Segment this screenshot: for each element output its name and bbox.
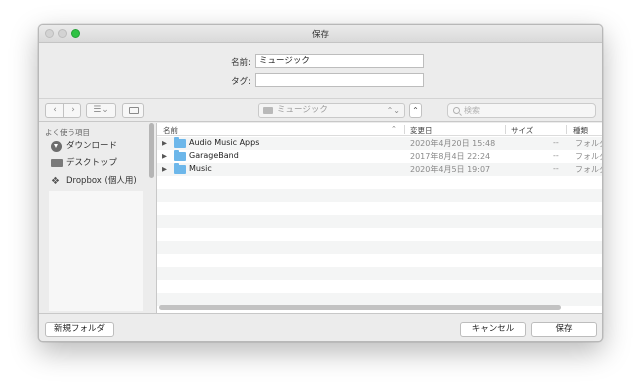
back-forward-control: ‹ ›	[45, 103, 81, 118]
location-label: ミュージック	[277, 105, 328, 115]
search-placeholder: 検索	[464, 106, 480, 115]
file-list: 名前 ⌃ 変更日 サイズ 種類 ▶ Audio Music Apps 2020年…	[157, 123, 602, 313]
empty-row	[157, 215, 602, 228]
empty-row	[157, 176, 602, 189]
desktop-icon	[51, 159, 63, 167]
empty-row	[157, 202, 602, 215]
column-divider	[404, 125, 405, 134]
dropbox-icon: ❖	[51, 176, 60, 187]
chevron-up-icon: ⌃	[412, 106, 419, 115]
file-modified: 2020年4月5日 19:07	[410, 165, 491, 174]
file-kind: フォルダ	[575, 152, 602, 161]
file-size: --	[553, 164, 559, 173]
folder-icon	[174, 150, 186, 161]
sidebar: よく使う項目 ダウンロード デスクトップ ❖ Dropbox (個人用)	[39, 123, 156, 313]
sort-ascending-icon: ⌃	[391, 125, 397, 133]
back-button[interactable]: ‹	[46, 104, 64, 117]
disclosure-triangle-icon[interactable]: ▶	[162, 152, 167, 160]
tags-label: タグ:	[231, 77, 251, 87]
search-icon	[453, 107, 460, 114]
sidebar-item-label: デスクトップ	[66, 158, 118, 168]
sidebar-heading: よく使う項目	[45, 128, 90, 137]
column-name[interactable]: 名前	[163, 125, 178, 136]
updown-arrows-icon: ⌃⌄	[386, 106, 400, 115]
sidebar-item-dropbox[interactable]: ❖ Dropbox (個人用)	[51, 174, 137, 188]
column-divider	[505, 125, 506, 134]
group-button[interactable]	[122, 103, 144, 118]
table-row[interactable]: ▶ Audio Music Apps 2020年4月20日 15:48 -- フ…	[157, 137, 602, 150]
horizontal-scrollbar[interactable]	[159, 305, 561, 310]
file-kind: フォルダ	[575, 165, 602, 174]
sidebar-item-label: Dropbox (個人用)	[66, 176, 137, 186]
toolbar: ‹ › ☰⌄ ミュージック ⌃⌄ ⌃ 検索	[39, 98, 602, 122]
folder-outline-icon	[129, 107, 139, 114]
sidebar-item-label: ダウンロード	[66, 141, 118, 151]
window-title: 保存	[311, 30, 329, 40]
sidebar-empty-area	[49, 191, 143, 311]
column-size[interactable]: サイズ	[511, 125, 533, 136]
expand-collapse-button[interactable]: ⌃	[409, 103, 422, 118]
file-kind: フォルダ	[575, 139, 602, 148]
empty-row	[157, 280, 602, 293]
folder-icon	[174, 137, 186, 148]
disclosure-triangle-icon[interactable]: ▶	[162, 139, 167, 147]
empty-row	[157, 254, 602, 267]
save-dialog-window: 保存 名前: ミュージック タグ: ‹ › ☰⌄ ミュージック ⌃⌄ ⌃ 検索	[38, 24, 603, 342]
file-name: Audio Music Apps	[189, 138, 260, 147]
location-popup[interactable]: ミュージック ⌃⌄	[258, 103, 405, 118]
download-icon	[51, 141, 62, 152]
folder-icon	[263, 107, 273, 114]
cancel-button[interactable]: キャンセル	[460, 322, 526, 337]
table-row[interactable]: ▶ Music 2020年4月5日 19:07 -- フォルダ	[157, 163, 602, 176]
search-input[interactable]: 検索	[447, 103, 596, 118]
empty-row	[157, 189, 602, 202]
file-size: --	[553, 151, 559, 160]
tags-field[interactable]	[255, 73, 424, 87]
file-name: GarageBand	[189, 151, 239, 160]
column-divider	[566, 125, 567, 134]
empty-row	[157, 241, 602, 254]
empty-row	[157, 228, 602, 241]
file-size: --	[553, 138, 559, 147]
empty-row	[157, 267, 602, 280]
column-modified[interactable]: 変更日	[410, 125, 433, 136]
file-name: Music	[189, 164, 212, 173]
chevron-down-icon: ⌄	[101, 105, 109, 115]
folder-icon	[174, 163, 186, 174]
file-modified: 2020年4月20日 15:48	[410, 139, 496, 148]
table-row[interactable]: ▶ GarageBand 2017年8月4日 22:24 -- フォルダ	[157, 150, 602, 163]
name-field[interactable]: ミュージック	[255, 54, 424, 68]
sidebar-item-desktop[interactable]: デスクトップ	[51, 156, 117, 170]
file-modified: 2017年8月4日 22:24	[410, 152, 491, 161]
name-label: 名前:	[231, 58, 251, 68]
title-bar: 保存	[39, 25, 602, 43]
bottom-bar: 新規フォルダ キャンセル 保存	[39, 313, 602, 341]
column-header: 名前 ⌃ 変更日 サイズ 種類	[157, 123, 602, 136]
sidebar-scrollbar[interactable]	[149, 123, 154, 178]
forward-button[interactable]: ›	[64, 104, 82, 117]
sidebar-item-downloads[interactable]: ダウンロード	[51, 139, 117, 153]
column-kind[interactable]: 種類	[573, 125, 588, 136]
save-button[interactable]: 保存	[531, 322, 597, 337]
new-folder-button[interactable]: 新規フォルダ	[45, 322, 114, 337]
disclosure-triangle-icon[interactable]: ▶	[162, 165, 167, 173]
view-options-button[interactable]: ☰⌄	[86, 103, 116, 118]
